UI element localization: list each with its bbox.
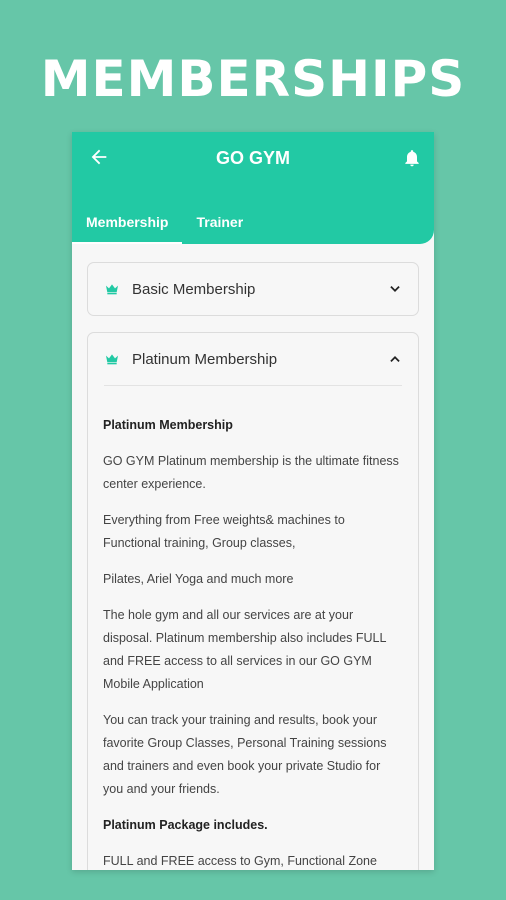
- description-paragraph: Pilates, Ariel Yoga and much more: [103, 572, 294, 586]
- package-heading: Platinum Package includes.: [103, 818, 268, 832]
- app-bar: GO GYM Membership Trainer: [72, 132, 434, 244]
- description-paragraph: Everything from Free weights& machines t…: [103, 513, 345, 550]
- platinum-description: Platinum Membership GO GYM Platinum memb…: [88, 386, 418, 870]
- package-item: FULL and FREE access to Gym, Functional …: [103, 854, 377, 868]
- bell-icon[interactable]: [402, 148, 422, 168]
- chevron-down-icon[interactable]: [388, 282, 402, 296]
- platinum-membership-card: Platinum Membership Platinum Membership …: [87, 332, 419, 870]
- chevron-up-icon[interactable]: [388, 352, 402, 366]
- tab-membership[interactable]: Membership: [72, 212, 183, 244]
- tab-trainer[interactable]: Trainer: [182, 212, 257, 242]
- description-paragraph: GO GYM Platinum membership is the ultima…: [103, 454, 399, 491]
- basic-membership-header[interactable]: Basic Membership: [88, 263, 418, 315]
- basic-membership-card[interactable]: Basic Membership: [87, 262, 419, 316]
- platinum-membership-header[interactable]: Platinum Membership: [88, 333, 418, 385]
- crown-icon: [106, 354, 118, 365]
- basic-membership-title: Basic Membership: [132, 280, 256, 298]
- platinum-membership-title: Platinum Membership: [132, 350, 278, 368]
- tab-bar: Membership Trainer: [72, 212, 257, 244]
- phone-screen: GO GYM Membership Trainer Basic Membersh…: [72, 132, 434, 870]
- crown-icon: [106, 284, 118, 295]
- description-paragraph: The hole gym and all our services are at…: [103, 608, 387, 691]
- description-paragraph: You can track your training and results,…: [103, 713, 387, 796]
- app-title: GO GYM: [215, 148, 290, 168]
- promo-title: MEMBERSHIPS: [40, 50, 466, 108]
- description-heading: Platinum Membership: [103, 418, 233, 432]
